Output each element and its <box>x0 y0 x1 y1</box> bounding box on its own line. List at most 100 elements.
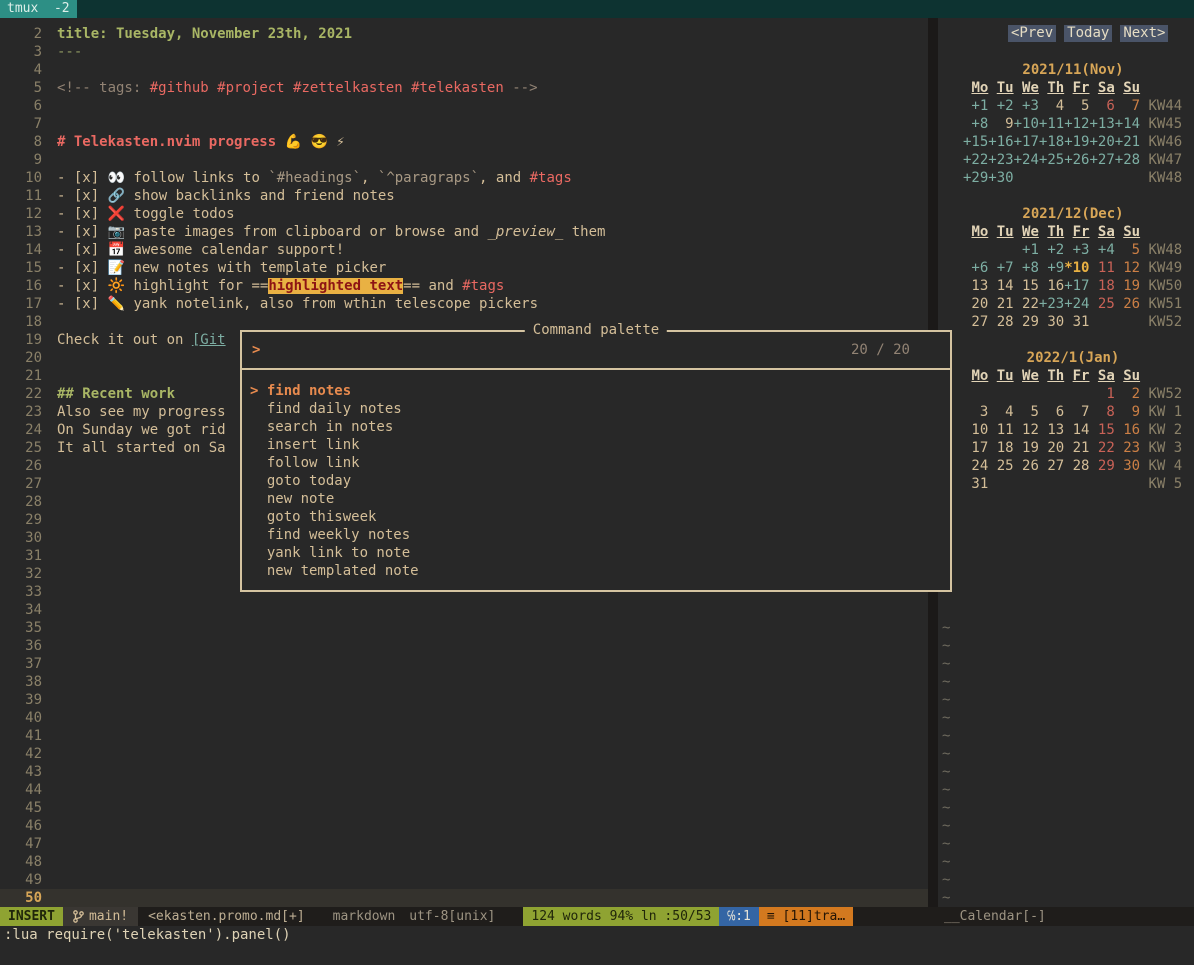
calendar-day[interactable]: 2 <box>1115 386 1140 402</box>
calendar-day[interactable]: 1 <box>1089 386 1114 402</box>
palette-item[interactable]: goto today <box>242 472 950 490</box>
buffer-line-text[interactable]: ## Recent work <box>52 385 175 403</box>
calendar-day[interactable]: 26 <box>1014 458 1039 474</box>
buffer-line-text[interactable] <box>52 493 57 511</box>
buffer-line-text[interactable] <box>52 655 57 673</box>
buffer-line-text[interactable] <box>52 817 57 835</box>
calendar-day[interactable]: +15 <box>963 134 988 150</box>
calendar-day[interactable]: 4 <box>1039 98 1064 114</box>
calendar-day[interactable]: 15 <box>1014 278 1039 294</box>
buffer-line-text[interactable] <box>52 547 57 565</box>
calendar-day[interactable]: +25 <box>1039 152 1064 168</box>
buffer-line-text[interactable]: # Telekasten.nvim progress 💪 😎 ⚡ <box>52 133 345 151</box>
buffer-line-text[interactable] <box>52 781 57 799</box>
buffer-line-text[interactable] <box>52 367 57 385</box>
calendar-day[interactable]: 30 <box>1039 314 1064 330</box>
calendar-day[interactable]: +27 <box>1089 152 1114 168</box>
buffer-line-text[interactable] <box>52 529 57 547</box>
buffer-line-text[interactable] <box>52 871 57 889</box>
calendar-day[interactable]: 20 <box>963 296 988 312</box>
buffer-line-text[interactable] <box>52 745 57 763</box>
buffer-line-text[interactable]: - [x] ❌ toggle todos <box>52 205 235 223</box>
calendar-day[interactable]: +24 <box>1014 152 1039 168</box>
calendar-day[interactable]: +10 <box>1014 116 1039 132</box>
calendar-day[interactable]: +18 <box>1039 134 1064 150</box>
buffer-line-text[interactable] <box>52 709 57 727</box>
buffer-line-text[interactable] <box>52 691 57 709</box>
calendar-day[interactable]: 16 <box>1115 422 1140 438</box>
palette-item[interactable]: goto thisweek <box>242 508 950 526</box>
buffer-line-text[interactable] <box>52 727 57 745</box>
calendar-day[interactable]: 3 <box>963 404 988 420</box>
buffer-line-text[interactable] <box>52 115 57 133</box>
calendar-day[interactable]: +7 <box>988 260 1013 276</box>
calendar-day[interactable]: 11 <box>988 422 1013 438</box>
calendar-day[interactable]: +21 <box>1115 134 1140 150</box>
calendar-day[interactable]: 23 <box>1115 440 1140 456</box>
calendar-day[interactable]: 24 <box>963 458 988 474</box>
calendar-day[interactable]: +17 <box>1064 278 1089 294</box>
calendar-day[interactable]: 29 <box>1014 314 1039 330</box>
calendar-day[interactable]: 6 <box>1089 98 1114 114</box>
buffer-line-text[interactable] <box>52 457 57 475</box>
calendar-day[interactable]: 5 <box>1064 98 1089 114</box>
buffer-line-text[interactable]: Check it out on [Git <box>52 331 226 349</box>
calendar-day[interactable]: +24 <box>1064 296 1089 312</box>
calendar-day[interactable]: +23 <box>1039 296 1064 312</box>
calendar-day[interactable]: 12 <box>1115 260 1140 276</box>
calendar-day[interactable]: +3 <box>1064 242 1089 258</box>
calendar-day[interactable]: 21 <box>988 296 1013 312</box>
calendar-day[interactable]: 8 <box>1089 404 1114 420</box>
buffer-line-text[interactable] <box>52 619 57 637</box>
buffer-line-text[interactable] <box>52 763 57 781</box>
calendar-day[interactable]: +23 <box>988 152 1013 168</box>
calendar-day[interactable]: 20 <box>1039 440 1064 456</box>
calendar-day[interactable]: +14 <box>1115 116 1140 132</box>
buffer-line-text[interactable]: - [x] 🔆 highlight for ==highlighted text… <box>52 277 504 295</box>
palette-item[interactable]: insert link <box>242 436 950 454</box>
buffer-line-text[interactable] <box>52 835 57 853</box>
buffer-line-text[interactable] <box>52 601 57 619</box>
calendar-day[interactable]: 14 <box>988 278 1013 294</box>
palette-item[interactable]: > find notes <box>242 382 950 400</box>
palette-item[interactable]: find daily notes <box>242 400 950 418</box>
calendar-day[interactable]: 22 <box>1014 296 1039 312</box>
calendar-day[interactable]: 31 <box>963 476 988 492</box>
calendar-day[interactable]: 17 <box>963 440 988 456</box>
calendar-day[interactable]: +9 <box>1039 260 1064 276</box>
calendar-day[interactable]: 4 <box>988 404 1013 420</box>
calendar-day[interactable]: +4 <box>1089 242 1114 258</box>
calendar-day[interactable]: 29 <box>1089 458 1114 474</box>
calendar-day[interactable]: 19 <box>1115 278 1140 294</box>
calendar-day[interactable]: +30 <box>988 170 1013 186</box>
calendar-day[interactable]: 13 <box>963 278 988 294</box>
calendar-day[interactable]: +6 <box>963 260 988 276</box>
calendar-day[interactable]: +1 <box>1014 242 1039 258</box>
calendar-day[interactable]: 28 <box>1064 458 1089 474</box>
calendar-day[interactable]: 19 <box>1014 440 1039 456</box>
calendar-day[interactable]: +20 <box>1089 134 1114 150</box>
calendar-day[interactable]: 25 <box>1089 296 1114 312</box>
calendar-day[interactable]: 10 <box>963 422 988 438</box>
calendar-day[interactable]: 27 <box>963 314 988 330</box>
calendar-day[interactable]: +8 <box>963 116 988 132</box>
calendar-day[interactable]: +8 <box>1014 260 1039 276</box>
calendar-day[interactable]: 9 <box>1115 404 1140 420</box>
calendar-day[interactable]: 14 <box>1064 422 1089 438</box>
buffer-line-text[interactable] <box>52 475 57 493</box>
calendar-day[interactable]: 26 <box>1115 296 1140 312</box>
calendar-day[interactable]: 5 <box>1014 404 1039 420</box>
calendar-day[interactable]: +29 <box>963 170 988 186</box>
calendar-day[interactable]: 22 <box>1089 440 1114 456</box>
calendar-day[interactable]: 18 <box>1089 278 1114 294</box>
buffer-line-text[interactable] <box>52 799 57 817</box>
buffer-line-text[interactable]: Also see my progress <box>52 403 226 421</box>
calendar-day[interactable]: +26 <box>1064 152 1089 168</box>
calendar-day[interactable]: 6 <box>1039 404 1064 420</box>
calendar-day[interactable]: *10 <box>1064 260 1089 276</box>
calendar-day[interactable]: 9 <box>988 116 1013 132</box>
buffer-line-text[interactable]: title: Tuesday, November 23th, 2021 <box>52 25 352 43</box>
calendar-day[interactable]: 15 <box>1089 422 1114 438</box>
palette-item[interactable]: new templated note <box>242 562 950 580</box>
palette-item[interactable]: find weekly notes <box>242 526 950 544</box>
